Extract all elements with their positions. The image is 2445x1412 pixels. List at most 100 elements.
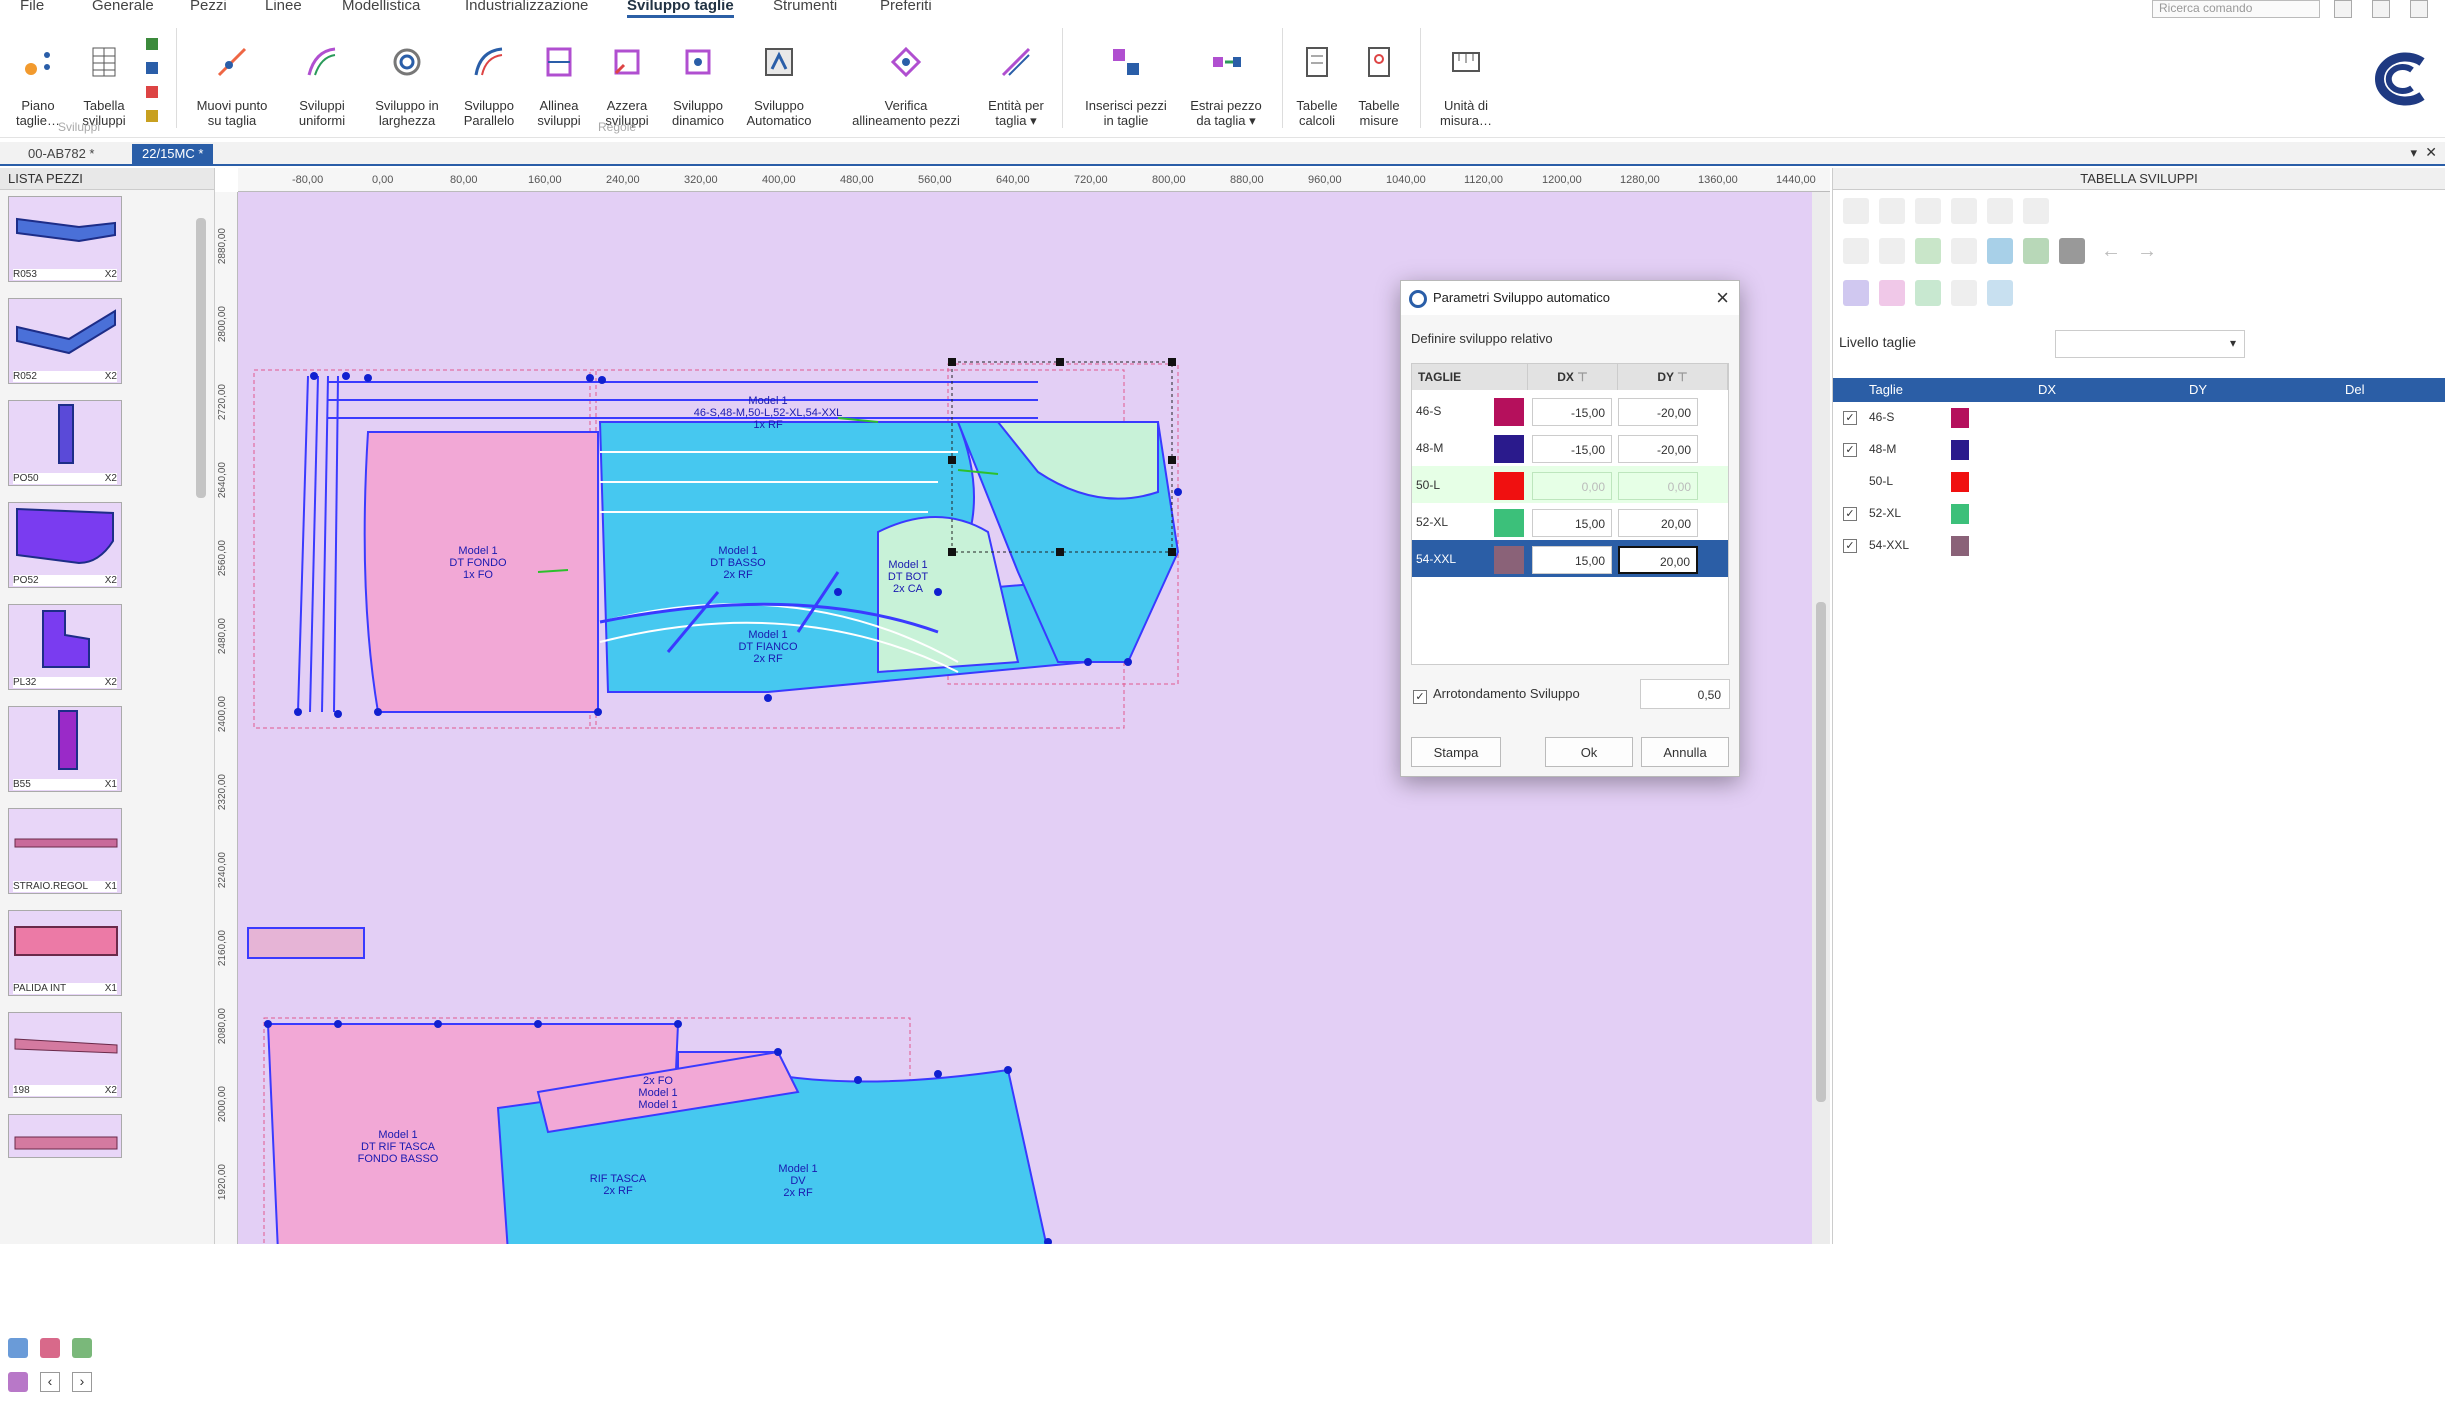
canvas-scroll-thumb[interactable]	[1816, 602, 1826, 1102]
tool-icon[interactable]	[1951, 238, 1977, 264]
menu-modellistica[interactable]: Modellistica	[342, 0, 420, 14]
group-icon[interactable]	[8, 1372, 28, 1392]
grid-header-dx[interactable]: DX ⊤	[1528, 364, 1618, 390]
grading-table-button[interactable]: Tabella sviluppi	[72, 30, 136, 128]
list-scrollbar[interactable]	[196, 218, 206, 498]
view-icon[interactable]	[8, 1338, 28, 1358]
units-button[interactable]: Unità di misura…	[1428, 30, 1504, 128]
move-point-button[interactable]: Muovi punto su taglia	[184, 30, 280, 128]
grid-row[interactable]: 46-S -15,00 -20,00	[1412, 392, 1728, 429]
tool-icon[interactable]	[1879, 280, 1905, 306]
menu-pezzi[interactable]: Pezzi	[190, 0, 227, 14]
tool-icon[interactable]	[2023, 198, 2049, 224]
grid-header-dy[interactable]: DY ⊤	[1618, 364, 1728, 390]
dx-field[interactable]: -15,00	[1532, 435, 1612, 463]
dy-field-editing[interactable]: 20,00	[1618, 546, 1698, 574]
canvas-scrollbar[interactable]	[1812, 192, 1830, 1244]
filter-icon[interactable]: ⊤	[1677, 370, 1687, 384]
tool-icon[interactable]	[1987, 238, 2013, 264]
grid-row[interactable]: 52-XL 15,00 20,00	[1412, 503, 1728, 540]
chevron-left-icon[interactable]: ‹	[40, 1372, 60, 1392]
print-button[interactable]: Stampa	[1411, 737, 1501, 767]
piece-thumb[interactable]: R052 X2	[8, 298, 122, 384]
piece-thumb[interactable]: STRAIO.REGOL X1	[8, 808, 122, 894]
size-plan-button[interactable]: Piano taglie…	[8, 30, 68, 128]
menu-file[interactable]: File	[20, 0, 44, 14]
piece-thumb[interactable]: 198 X2	[8, 1012, 122, 1098]
doc-tab-1[interactable]: 00-AB782 *	[18, 144, 105, 164]
grid-row-base[interactable]: 50-L 0,00 0,00	[1412, 466, 1728, 503]
tool-icon[interactable]	[1879, 198, 1905, 224]
auto-grading-button[interactable]: Sviluppo Automatico	[738, 30, 820, 128]
tool-icon[interactable]	[1987, 280, 2013, 306]
tool-icon[interactable]	[1915, 198, 1941, 224]
size-level-select[interactable]: ▾	[2055, 330, 2245, 358]
calc-table-button[interactable]: Tabelle calcoli	[1286, 30, 1348, 128]
table-row[interactable]: ✓ 52-XL	[1833, 498, 2445, 530]
filter-icon[interactable]	[40, 1338, 60, 1358]
width-grading-button[interactable]: Sviluppo in larghezza	[364, 30, 450, 128]
arrow-left-icon[interactable]: ←	[2101, 240, 2121, 263]
cancel-button[interactable]: Annulla	[1641, 737, 1729, 767]
tool-icon[interactable]	[1843, 280, 1869, 306]
dy-field[interactable]: -20,00	[1618, 398, 1698, 426]
piece-thumb[interactable]: PO52 X2	[8, 502, 122, 588]
small-tools-icon[interactable]	[140, 32, 170, 128]
command-search-input[interactable]: Ricerca comando	[2152, 0, 2320, 18]
settings-icon[interactable]	[2372, 0, 2390, 18]
table-row[interactable]: ✓ 54-XXL	[1833, 530, 2445, 562]
dynamic-grading-button[interactable]: Sviluppo dinamico	[662, 30, 734, 128]
help-icon[interactable]	[2334, 0, 2352, 18]
uniform-grading-button[interactable]: Sviluppi uniformi	[284, 30, 360, 128]
small-piece[interactable]	[247, 927, 365, 959]
size-checkbox[interactable]: ✓	[1843, 411, 1857, 425]
menu-industrializzazione[interactable]: Industrializzazione	[465, 0, 588, 14]
size-checkbox[interactable]: ✓	[1843, 443, 1857, 457]
align-grading-button[interactable]: Allinea sviluppi	[526, 30, 592, 128]
verify-alignment-button[interactable]: Verifica allineamento pezzi	[826, 30, 986, 128]
dy-field[interactable]: -20,00	[1618, 435, 1698, 463]
parallel-grading-button[interactable]: Sviluppo Parallelo	[454, 30, 524, 128]
rounding-checkbox[interactable]: ✓ Arrotondamento Sviluppo	[1413, 686, 1580, 704]
grid-header-sizes[interactable]: TAGLIE	[1412, 364, 1528, 390]
size-checkbox[interactable]: ✓	[1843, 539, 1857, 553]
table-row[interactable]: ✓ 48-M	[1833, 434, 2445, 466]
table-row[interactable]: 50-L	[1833, 466, 2445, 498]
menu-generale[interactable]: Generale	[92, 0, 154, 14]
extract-piece-button[interactable]: Estrai pezzo da taglia ▾	[1178, 30, 1274, 128]
piece-thumb[interactable]: R053 X2	[8, 196, 122, 282]
tool-icon[interactable]	[1987, 198, 2013, 224]
tool-icon[interactable]	[1951, 280, 1977, 306]
size-entity-button[interactable]: Entità per taglia ▾	[978, 30, 1054, 128]
insert-pieces-button[interactable]: Inserisci pezzi in taglie	[1074, 30, 1178, 128]
table-row[interactable]: ✓ 46-S	[1833, 402, 2445, 434]
close-doc-icon[interactable]: ✕	[2425, 144, 2437, 161]
tool-icon[interactable]	[1879, 238, 1905, 264]
reset-grading-button[interactable]: Azzera sviluppi	[594, 30, 660, 128]
tool-icon[interactable]	[1843, 238, 1869, 264]
rounding-value-input[interactable]: 0,50	[1640, 679, 1730, 709]
dx-field[interactable]: 15,00	[1532, 509, 1612, 537]
doc-tab-2[interactable]: 22/15MC *	[132, 144, 214, 164]
tool-icon[interactable]	[1951, 198, 1977, 224]
pin-icon[interactable]: ▾	[2410, 145, 2417, 161]
piece-thumb[interactable]: PL32 X2	[8, 604, 122, 690]
tool-icon[interactable]	[1915, 280, 1941, 306]
ok-button[interactable]: Ok	[1545, 737, 1633, 767]
filter-icon[interactable]: ⊤	[1577, 370, 1587, 384]
piece-thumb[interactable]: B55 X1	[8, 706, 122, 792]
chevron-right-icon[interactable]: ›	[72, 1372, 92, 1392]
tool-icon[interactable]	[1915, 238, 1941, 264]
menu-strumenti[interactable]: Strumenti	[773, 0, 837, 14]
grid-row[interactable]: 48-M -15,00 -20,00	[1412, 429, 1728, 466]
size-checkbox[interactable]: ✓	[1843, 507, 1857, 521]
close-icon[interactable]	[2410, 0, 2428, 18]
dy-field[interactable]: 20,00	[1618, 509, 1698, 537]
close-icon[interactable]: ×	[1716, 285, 1729, 311]
menu-linee[interactable]: Linee	[265, 0, 302, 14]
dx-field[interactable]: -15,00	[1532, 398, 1612, 426]
tool-icon[interactable]	[1843, 198, 1869, 224]
tool-icon[interactable]	[2023, 238, 2049, 264]
menu-sviluppo-taglie[interactable]: Sviluppo taglie	[627, 0, 734, 18]
piece-thumb[interactable]	[8, 1114, 122, 1158]
